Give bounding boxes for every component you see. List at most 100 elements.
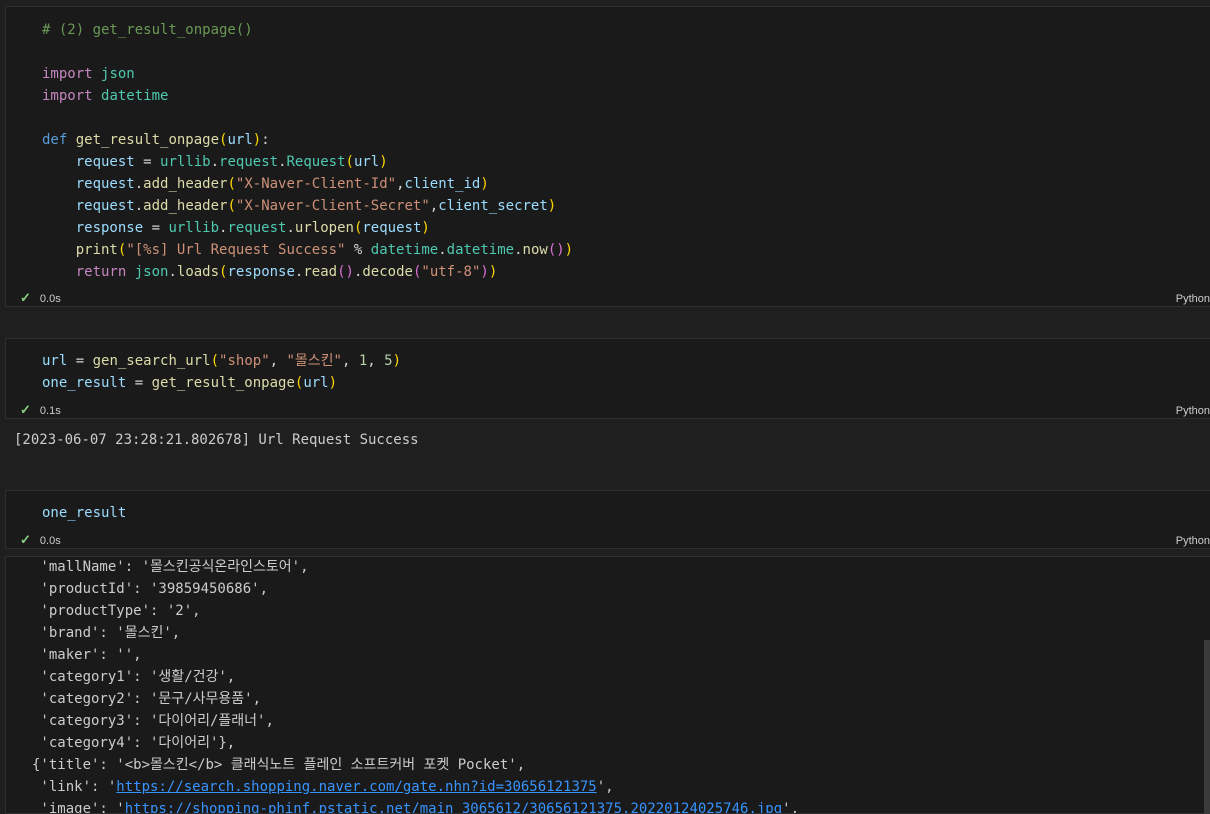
token: ): [547, 198, 557, 214]
output-line: {'title': '<b>몰스킨</b> 클래식노트 플레인 소프트커버 포켓…: [32, 754, 525, 776]
token: response: [227, 264, 295, 280]
token: url: [227, 132, 253, 148]
token: json: [101, 66, 135, 82]
token: ): [252, 132, 262, 148]
token: 'productType': '2',: [32, 603, 201, 619]
output-line: 'category4': '다이어리'},: [32, 732, 235, 754]
code-line: one_result = get_result_onpage(url): [42, 372, 337, 394]
token: (): [337, 264, 354, 280]
token: .: [278, 154, 287, 170]
code-cell-1[interactable]: # (2) get_result_onpage()import json impo…: [5, 6, 1210, 307]
output-line: 'brand': '몰스킨',: [32, 622, 180, 644]
code-editor[interactable]: url = gen_search_url("shop", "몰스킨", 1, 5…: [6, 350, 1210, 394]
token: ): [392, 353, 402, 369]
token: =: [67, 353, 93, 369]
token: (: [227, 176, 236, 192]
output-link[interactable]: https://search.shopping.naver.com/gate.n…: [116, 779, 596, 795]
token: =: [143, 220, 169, 236]
code-editor[interactable]: one_result: [6, 502, 1210, 524]
token: print: [75, 242, 118, 258]
token: 'brand': '몰스킨',: [32, 625, 181, 641]
token: import: [42, 88, 93, 104]
token: =: [126, 375, 152, 391]
token: url: [42, 353, 68, 369]
token: request: [219, 154, 279, 170]
code-line: request.add_header("X-Naver-Client-Id",c…: [42, 173, 489, 195]
token: .: [134, 198, 144, 214]
output-link[interactable]: https://shopping-phinf.pstatic.net/main_…: [125, 801, 782, 813]
code-line: response = urllib.request.urlopen(reques…: [42, 217, 430, 239]
token: # (2) get_result_onpage(): [42, 22, 253, 38]
language-label[interactable]: Python: [1176, 532, 1210, 550]
token: datetime: [446, 242, 515, 258]
token: url: [353, 154, 380, 170]
token: "[%s] Url Request Success": [126, 242, 346, 258]
token: urllib: [160, 154, 211, 170]
token: :: [261, 132, 270, 148]
token: ',: [596, 779, 614, 795]
code-line: request.add_header("X-Naver-Client-Secre…: [42, 195, 557, 217]
token: ,: [269, 353, 287, 369]
token: ',: [782, 801, 800, 814]
code-line: one_result: [42, 502, 126, 524]
execution-time: 0.1s: [39, 405, 61, 417]
output-line: 'mallName': '몰스킨공식온라인스토어',: [32, 557, 309, 578]
token: .: [134, 176, 144, 192]
output-scrollbar[interactable]: [1204, 640, 1210, 814]
token: 'image': ': [32, 801, 125, 814]
token: 5: [384, 353, 393, 369]
code-line: return json.loads(response.read().decode…: [42, 261, 498, 283]
token: request: [362, 220, 422, 236]
cell-status: ✓ 0.0s: [20, 531, 61, 549]
token: ): [480, 176, 489, 192]
token: def: [42, 132, 68, 148]
token: loads: [176, 264, 220, 280]
token: ): [421, 220, 430, 236]
code-cell-3[interactable]: one_result ✓ 0.0s Python: [5, 490, 1210, 549]
token: request: [75, 176, 135, 192]
token: import: [42, 66, 93, 82]
token: (: [210, 353, 220, 369]
token: get_result_onpage: [151, 375, 295, 391]
token: 'mallName': '몰스킨공식온라인스토어',: [32, 559, 309, 575]
language-label[interactable]: Python: [1176, 290, 1210, 308]
token: request: [227, 220, 287, 236]
token: json: [134, 264, 169, 280]
token: add_header: [143, 198, 228, 214]
token: 'category3': '다이어리/플래너',: [32, 713, 274, 729]
code-cell-2[interactable]: url = gen_search_url("shop", "몰스킨", 1, 5…: [5, 338, 1210, 419]
token: 'category1': '생활/건강',: [32, 669, 236, 685]
token: ,: [367, 353, 385, 369]
token: "X-Naver-Client-Secret": [235, 198, 430, 214]
token: ,: [429, 198, 439, 214]
token: =: [134, 154, 161, 170]
language-label[interactable]: Python: [1176, 402, 1210, 420]
token: now: [522, 242, 548, 258]
output-line: 'image': 'https://shopping-phinf.pstatic…: [32, 798, 800, 814]
output-line: 'maker': '',: [32, 644, 141, 666]
code-line: request = urllib.request.Request(url): [42, 151, 388, 173]
token: 'category2': '문구/사무용품',: [32, 691, 261, 707]
code-editor[interactable]: # (2) get_result_onpage()import json impo…: [6, 19, 1210, 283]
execution-time: 0.0s: [39, 535, 61, 547]
token: datetime: [370, 242, 439, 258]
token: client_secret: [438, 198, 548, 214]
cell-status: ✓ 0.0s: [20, 289, 61, 307]
token: url: [303, 375, 329, 391]
token: one_result: [42, 375, 127, 391]
token: read: [303, 264, 338, 280]
check-icon: ✓: [20, 402, 31, 417]
code-line: # (2) get_result_onpage(): [42, 19, 253, 41]
token: ): [328, 375, 338, 391]
token: "utf-8": [421, 264, 481, 280]
token: decode: [362, 264, 413, 280]
execution-time: 0.0s: [39, 293, 61, 305]
token: one_result: [42, 505, 127, 521]
